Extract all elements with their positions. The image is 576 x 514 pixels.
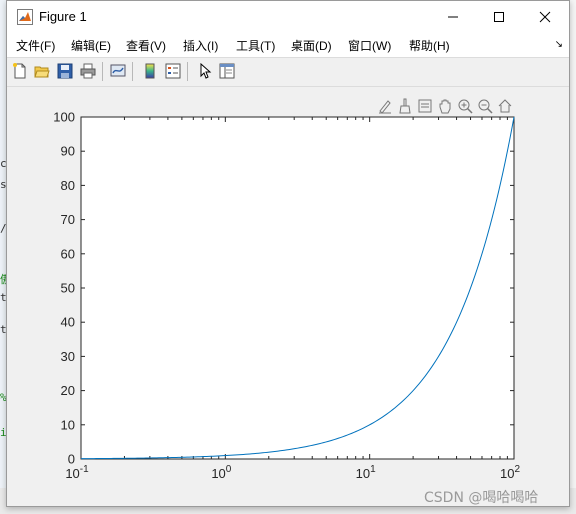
watermark: CSDN @喝哈喝哈 (424, 490, 539, 506)
y-tick-label: 50 (61, 281, 75, 296)
y-tick-label: 90 (61, 144, 75, 159)
x-tick-label: 10-1 (65, 464, 89, 481)
y-tick-label: 0 (68, 452, 75, 467)
y-tick-label: 20 (61, 383, 75, 398)
x-tick-label: 100 (211, 464, 231, 481)
x-tick-label: 102 (500, 464, 520, 481)
axes-box (80, 116, 515, 460)
y-tick-label: 10 (61, 417, 75, 432)
plot-canvas: 0 10 20 30 40 50 60 70 80 90 100 10-1 100 101 102 (53, 110, 520, 482)
y-tick-label: 30 (61, 349, 75, 364)
y-tick-label: 40 (61, 315, 75, 330)
y-tick-label: 60 (61, 246, 75, 261)
y-tick-label: 70 (61, 212, 75, 227)
x-tick-label: 101 (356, 464, 376, 481)
y-tick-label: 80 (61, 178, 75, 193)
y-tick-label: 100 (53, 110, 75, 125)
